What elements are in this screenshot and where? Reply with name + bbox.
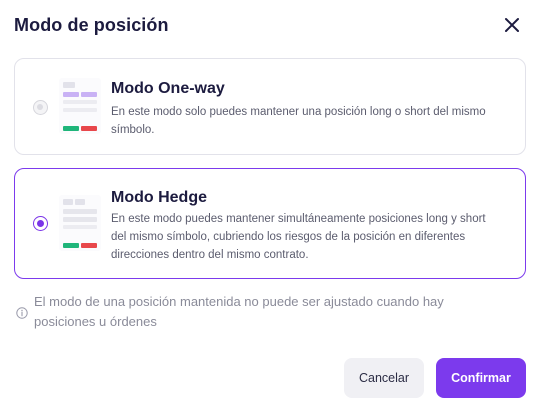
option-description: En este modo puedes mantener simultáneam…	[111, 213, 486, 261]
info-icon	[16, 306, 28, 319]
radio-one-way[interactable]	[33, 100, 48, 115]
option-title: Modo One-way	[111, 80, 225, 97]
dialog-title: Modo de posición	[14, 15, 169, 35]
illus-block	[75, 199, 85, 205]
one-way-illustration-icon	[59, 78, 101, 134]
illus-row	[63, 225, 97, 229]
illus-long-bar	[63, 126, 79, 131]
option-one-way[interactable]: Modo One-way En este modo solo puedes ma…	[14, 58, 526, 155]
illus-block	[63, 82, 75, 88]
illus-block	[63, 199, 73, 205]
illus-short-bar	[81, 243, 97, 248]
option-description: En este modo solo puedes mantener una po…	[111, 106, 486, 136]
illus-row	[63, 100, 97, 104]
illus-row	[63, 217, 97, 222]
radio-hedge[interactable]	[33, 216, 48, 231]
cancel-button[interactable]: Cancelar	[344, 358, 424, 398]
illus-row	[63, 108, 97, 112]
notice-text: El modo de una posición mantenida no pue…	[34, 294, 444, 329]
illus-long-bar	[63, 243, 79, 248]
illus-short-bar	[81, 126, 97, 131]
option-title: Modo Hedge	[111, 189, 207, 206]
illus-row	[63, 92, 79, 97]
illus-row	[63, 209, 97, 214]
dialog-header: Modo de posición	[14, 12, 527, 38]
option-hedge[interactable]: Modo Hedge En este modo puedes mantener …	[14, 168, 526, 279]
close-icon[interactable]	[501, 14, 523, 36]
illus-row	[81, 92, 97, 97]
hedge-illustration-icon	[59, 195, 101, 251]
confirm-button[interactable]: Confirmar	[436, 358, 526, 398]
